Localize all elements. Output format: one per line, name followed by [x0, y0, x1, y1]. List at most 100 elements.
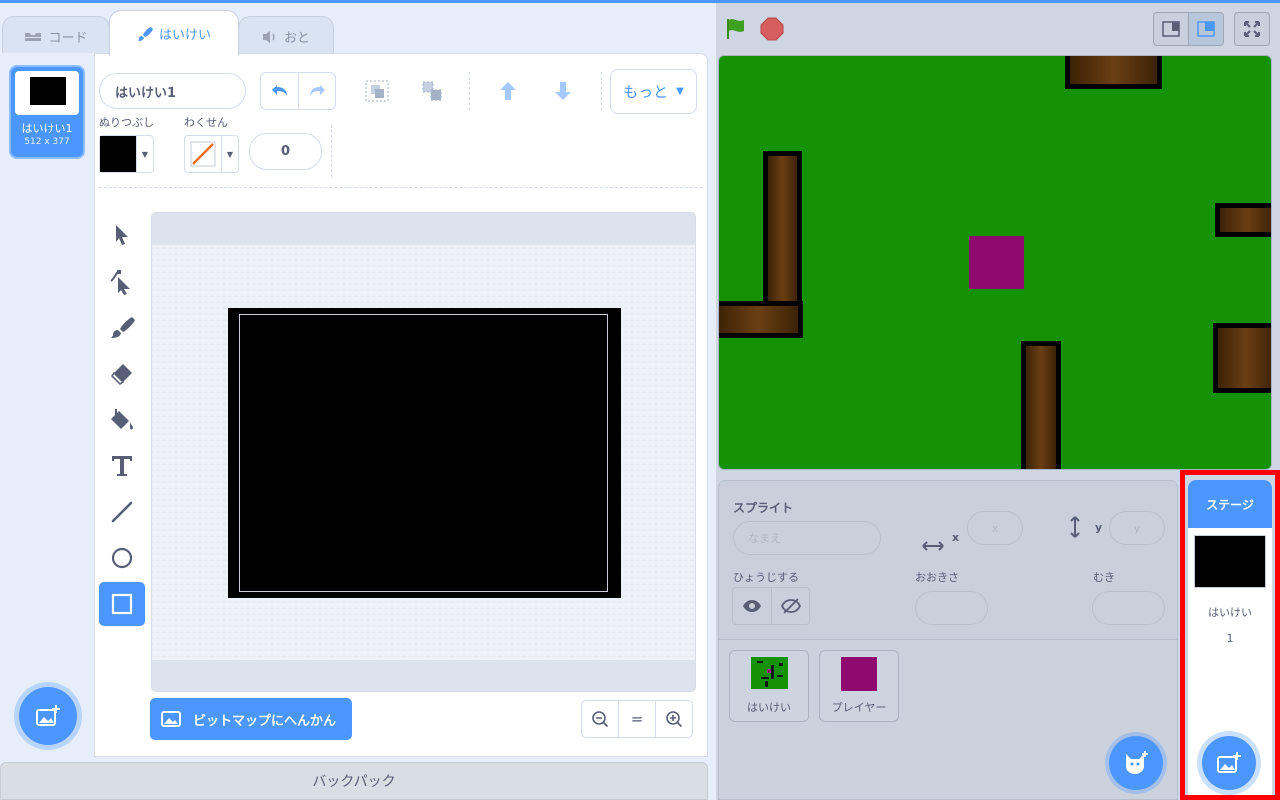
paint-bucket-icon [111, 409, 133, 430]
sprite-thumbnail [751, 657, 788, 689]
zoom-controls: = [581, 700, 693, 738]
costume-list: 1 はいけい1 512 x 377 [0, 53, 94, 757]
backdrop-shape[interactable] [228, 308, 621, 598]
stage-canvas[interactable] [718, 55, 1272, 470]
paint-canvas[interactable] [151, 212, 696, 692]
sprite-thumbnail [841, 657, 877, 691]
line-tool[interactable] [99, 490, 145, 534]
costume-name-input[interactable]: はいけい1 [99, 73, 246, 109]
image-icon [161, 711, 181, 727]
undo-button[interactable] [261, 73, 298, 109]
tab-sounds[interactable]: おと [238, 16, 334, 56]
eraser-tool[interactable] [99, 352, 145, 396]
backpack-bar[interactable]: バックパック [0, 762, 708, 800]
sprite-name: はいけい [747, 701, 791, 714]
sprite-tile[interactable]: はいけい [729, 650, 809, 722]
stop-button[interactable] [760, 17, 784, 45]
fill-color-picker[interactable]: ▼ [99, 135, 154, 173]
convert-to-bitmap-button[interactable]: ビットマップにへんかん [150, 698, 352, 740]
toolbar-divider [331, 125, 332, 177]
costume-size: 512 x 377 [24, 137, 70, 147]
zoom-in-button[interactable] [655, 701, 692, 737]
costume-item[interactable]: 1 はいけい1 512 x 377 [9, 65, 85, 159]
sprite-label: スプライト [733, 501, 794, 515]
size-input[interactable] [915, 591, 988, 625]
select-tool[interactable] [99, 213, 145, 257]
show-label: ひょうじする [733, 571, 799, 584]
fill-label: ぬりつぶし [99, 116, 155, 129]
redo-icon [310, 85, 325, 96]
zoom-out-button[interactable] [582, 701, 618, 737]
editor-tabs: コード はいけい おと [0, 3, 716, 56]
add-image-icon [1217, 752, 1241, 773]
outline-swatch [185, 136, 221, 172]
zoom-in-icon [666, 711, 683, 728]
circle-icon [111, 547, 133, 569]
toolbar-separator [99, 187, 703, 188]
add-sprite-button[interactable] [1109, 736, 1163, 790]
stage-area: スプライト なまえ x x y y ひょうじする おおきさ むき はいけい プレ… [716, 3, 1280, 800]
green-flag-icon [727, 19, 744, 39]
visibility-toggle [732, 587, 810, 625]
paintbrush-icon [137, 26, 153, 41]
speaker-icon [262, 30, 275, 43]
group-icon [365, 80, 389, 102]
stage-pane-title: ステージ [1188, 480, 1272, 528]
green-flag-button[interactable] [724, 17, 748, 45]
brush-tool[interactable] [99, 306, 145, 350]
player-sprite[interactable] [969, 236, 1024, 289]
outline-color-picker[interactable]: ▼ [184, 135, 239, 173]
direction-input[interactable] [1092, 591, 1165, 625]
maze-wall [1213, 323, 1271, 393]
sprite-name-input[interactable]: なまえ [733, 521, 881, 555]
normal-stage-icon [1197, 21, 1215, 37]
add-backdrop-button[interactable] [19, 687, 77, 745]
eraser-icon [111, 364, 132, 385]
zoom-out-icon [592, 711, 609, 728]
circle-tool[interactable] [99, 536, 145, 580]
reshape-tool[interactable] [99, 260, 145, 304]
outline-width-input[interactable]: 0 [249, 133, 322, 170]
add-backdrop-button[interactable] [1202, 736, 1256, 790]
hide-button[interactable] [771, 588, 809, 624]
stage-target-pane[interactable]: ステージ はいけい 1 [1188, 480, 1272, 800]
backward-button[interactable] [548, 78, 578, 104]
y-input[interactable]: y [1109, 511, 1165, 545]
show-button[interactable] [733, 588, 771, 624]
line-icon [111, 501, 133, 523]
zoom-reset-button[interactable]: = [618, 701, 655, 737]
forward-button[interactable] [493, 78, 523, 104]
caret-down-icon: ▼ [136, 136, 153, 172]
sprite-tile[interactable]: プレイヤー [819, 650, 899, 722]
maze-wall [719, 301, 803, 338]
canvas-bottom-margin [152, 660, 695, 691]
eye-icon [743, 600, 761, 612]
x-input[interactable]: x [967, 511, 1023, 545]
rectangle-tool[interactable] [99, 582, 145, 626]
small-stage-icon [1162, 21, 1180, 37]
stage-header [716, 3, 1280, 55]
arrow-down-icon [555, 82, 571, 100]
backdrop-thumbnail [1194, 535, 1266, 588]
tab-code[interactable]: コード [2, 16, 110, 56]
small-stage-button[interactable] [1153, 12, 1189, 46]
sprite-list: はいけい プレイヤー [718, 640, 1178, 800]
ungroup-button[interactable] [417, 78, 447, 104]
x-label: x [952, 531, 960, 544]
sprite-name: プレイヤー [831, 701, 887, 714]
normal-stage-button[interactable] [1188, 12, 1224, 46]
maze-wall [1215, 203, 1271, 237]
code-blocks-icon [25, 32, 42, 41]
costume-name: はいけい1 [21, 122, 73, 135]
fullscreen-button[interactable] [1234, 12, 1270, 46]
more-menu-button[interactable]: もっと ▼ [610, 69, 697, 114]
tab-backdrops[interactable]: はいけい [109, 10, 239, 56]
undo-redo-group [260, 72, 336, 110]
stop-icon [760, 17, 784, 41]
fill-tool[interactable] [99, 398, 145, 442]
size-label: おおきさ [915, 571, 959, 584]
redo-button[interactable] [298, 73, 335, 109]
selection-outline [239, 314, 608, 592]
group-button[interactable] [362, 78, 392, 104]
text-tool[interactable] [99, 444, 145, 488]
